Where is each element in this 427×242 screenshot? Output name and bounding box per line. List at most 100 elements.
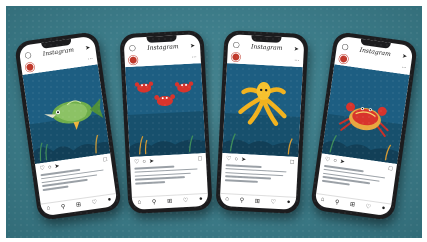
username[interactable] [37,59,85,66]
bookmark-icon[interactable]: □ [103,156,107,162]
photo-background: ◯ Instagram ➤ ⋯ ♡ ○ ➤ □ ⌂ ⚲ ⊞ ♡ ● ◯ Inst… [6,6,422,238]
phone-2: ◯ Instagram ➤ ⋯ ♡ ○ ➤ □ ⌂ ⚲ ⊞ ♡ ● [119,29,213,215]
post-header: ⋯ [338,53,408,72]
send-icon[interactable]: ➤ [190,42,195,49]
app-top-bar: ◯ Instagram ➤ [336,41,413,61]
home-icon[interactable]: ⌂ [137,199,141,205]
phone-4: ◯ Instagram ➤ ⋯ ♡ ○ ➤ □ ⌂ ⚲ ⊞ ♡ ● [309,31,419,221]
add-icon[interactable]: ⊞ [76,200,82,208]
heart-icon[interactable]: ♡ [134,158,140,165]
profile-icon[interactable]: ● [107,197,111,203]
bottom-nav: ⌂ ⚲ ⊞ ♡ ● [40,193,118,215]
avatar[interactable] [128,55,138,65]
home-icon[interactable]: ⌂ [46,205,50,211]
phone-notch [251,35,282,43]
post-image [125,63,206,157]
home-icon[interactable]: ⌂ [225,196,229,202]
search-icon[interactable]: ⚲ [152,198,157,205]
username[interactable] [351,60,399,67]
add-icon[interactable]: ⊞ [350,200,356,208]
shop-icon[interactable]: ♡ [270,198,276,205]
bottom-nav: ⌂ ⚲ ⊞ ♡ ● [314,193,392,215]
username[interactable] [243,57,291,60]
post-actions: ♡ ○ ➤ □ [134,155,202,166]
caption-text-block [40,165,108,193]
phone-3: ◯ Instagram ➤ ⋯ ♡ ○ ➤ □ ⌂ ⚲ ⊞ ♡ ● [215,29,309,215]
post-actions: ♡ ○ ➤ □ [324,156,392,172]
app-title: Instagram [42,45,75,58]
post-actions: ♡ ○ ➤ □ [39,156,107,172]
post-image [22,64,111,164]
post-image [222,63,303,157]
heart-icon[interactable]: ♡ [226,155,232,162]
app-title: Instagram [359,46,392,58]
camera-icon[interactable]: ◯ [129,45,136,51]
camera-icon[interactable]: ◯ [341,44,348,51]
caption-text-block [321,164,390,193]
phone-screen: ◯ Instagram ➤ ⋯ ♡ ○ ➤ □ ⌂ ⚲ ⊞ ♡ ● [219,34,305,210]
more-options-icon[interactable]: ⋯ [294,57,299,63]
caption-text-block [224,164,292,186]
add-icon[interactable]: ⊞ [255,197,260,204]
bookmark-icon[interactable]: □ [290,159,294,165]
app-title: Instagram [147,42,179,52]
bookmark-icon[interactable]: □ [388,165,392,171]
post-image [321,64,410,164]
search-icon[interactable]: ⚲ [334,198,339,206]
home-icon[interactable]: ⌂ [320,197,324,203]
phone-notch [360,38,391,49]
comment-icon[interactable]: ○ [142,159,146,165]
shop-icon[interactable]: ♡ [183,196,189,203]
post-actions: ♡ ○ ➤ □ [226,155,294,166]
app-top-bar: ◯ Instagram ➤ [124,40,200,54]
avatar[interactable] [24,62,36,73]
phone-notch [41,38,72,49]
phone-1: ◯ Instagram ➤ ⋯ ♡ ○ ➤ □ ⌂ ⚲ ⊞ ♡ ● [13,31,123,221]
more-options-icon[interactable]: ⋯ [401,64,407,71]
app-top-bar: ◯ Instagram ➤ [228,40,304,54]
avatar[interactable] [338,53,349,65]
bottom-nav: ⌂ ⚲ ⊞ ♡ ● [219,192,297,208]
comment-icon[interactable]: ○ [48,164,52,170]
phone-screen: ◯ Instagram ➤ ⋯ ♡ ○ ➤ □ ⌂ ⚲ ⊞ ♡ ● [314,35,414,217]
send-icon[interactable]: ➤ [294,45,299,52]
octopus-illustration [222,63,303,157]
share-icon[interactable]: ➤ [241,156,246,163]
share-icon[interactable]: ➤ [339,158,345,166]
app-top-bar: ◯ Instagram ➤ [19,41,96,61]
more-options-icon[interactable]: ⋯ [191,54,196,60]
shop-icon[interactable]: ♡ [91,198,97,206]
phone-screen: ◯ Instagram ➤ ⋯ ♡ ○ ➤ □ ⌂ ⚲ ⊞ ♡ ● [18,35,118,217]
app-title: Instagram [250,42,283,52]
fish-illustration [22,64,111,164]
caption-text-block [134,164,201,186]
add-icon[interactable]: ⊞ [167,197,172,204]
comment-icon[interactable]: ○ [234,156,238,162]
post-header: ⋯ [231,52,299,65]
username[interactable] [141,57,189,60]
search-icon[interactable]: ⚲ [60,203,66,211]
comment-icon[interactable]: ○ [333,158,337,164]
heart-icon[interactable]: ♡ [39,165,45,173]
send-icon[interactable]: ➤ [85,44,91,52]
camera-icon[interactable]: ◯ [24,52,31,59]
bookmark-icon[interactable]: □ [198,156,202,162]
crab-pie-illustration [321,64,410,164]
search-icon[interactable]: ⚲ [240,196,245,203]
send-icon[interactable]: ➤ [402,52,408,60]
share-icon[interactable]: ➤ [54,163,60,171]
profile-icon[interactable]: ● [287,199,291,205]
shop-icon[interactable]: ♡ [365,203,371,211]
phone-screen: ◯ Instagram ➤ ⋯ ♡ ○ ➤ □ ⌂ ⚲ ⊞ ♡ ● [123,34,209,210]
profile-icon[interactable]: ● [199,196,203,202]
more-options-icon[interactable]: ⋯ [87,55,93,62]
share-icon[interactable]: ➤ [149,158,154,165]
bottom-nav: ⌂ ⚲ ⊞ ♡ ● [131,192,209,208]
post-header: ⋯ [128,52,197,65]
avatar[interactable] [231,52,241,62]
phone-notch [146,35,177,43]
heart-icon[interactable]: ♡ [324,156,330,164]
crabs-illustration [125,63,206,157]
camera-icon[interactable]: ◯ [233,42,240,48]
profile-icon[interactable]: ● [381,205,385,211]
